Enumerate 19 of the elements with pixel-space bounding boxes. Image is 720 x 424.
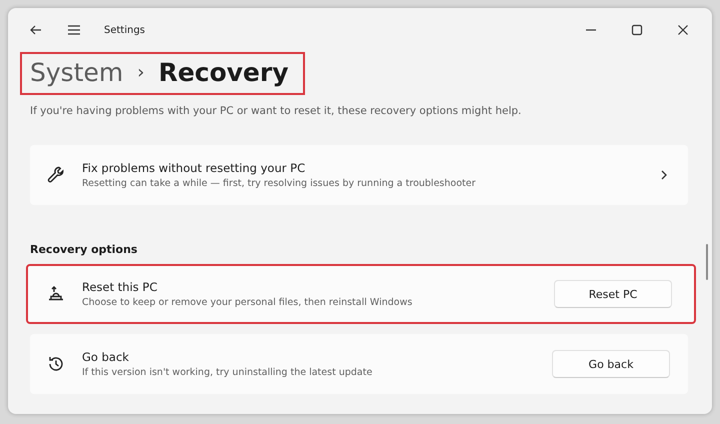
window-title: Settings <box>104 24 146 36</box>
section-title: Recovery options <box>30 243 138 256</box>
page-title: Recovery <box>158 58 289 87</box>
card-title: Fix problems without resetting your PC <box>82 161 306 175</box>
breadcrumb-parent[interactable]: System <box>30 58 124 87</box>
card-subtitle: Choose to keep or remove your personal files, then reinstall Windows <box>82 297 414 308</box>
action-button[interactable]: Reset PC <box>554 280 672 308</box>
action-button[interactable]: Go back <box>552 350 670 378</box>
card-title: Reset this PC <box>82 280 158 294</box>
setting-card[interactable]: Fix problems without resetting your PC Resetting can take a while — first, try resolving issues by running a troubleshooter <box>30 145 688 205</box>
card-subtitle: Resetting can take a while — first, try resolving issues by running a troubleshooter <box>82 178 476 189</box>
breadcrumb-separator: › <box>137 62 144 83</box>
wrench-icon <box>46 165 66 185</box>
close-icon[interactable] <box>676 23 690 37</box>
card-subtitle: If this version isn't working, try uninstalling the latest update <box>82 367 374 378</box>
card-title: Go back <box>82 350 130 364</box>
scrollbar[interactable] <box>706 244 708 280</box>
maximize-icon[interactable] <box>630 23 644 37</box>
page-description: If you're having problems with your PC or want to reset it, these recovery options might help. <box>30 105 522 117</box>
